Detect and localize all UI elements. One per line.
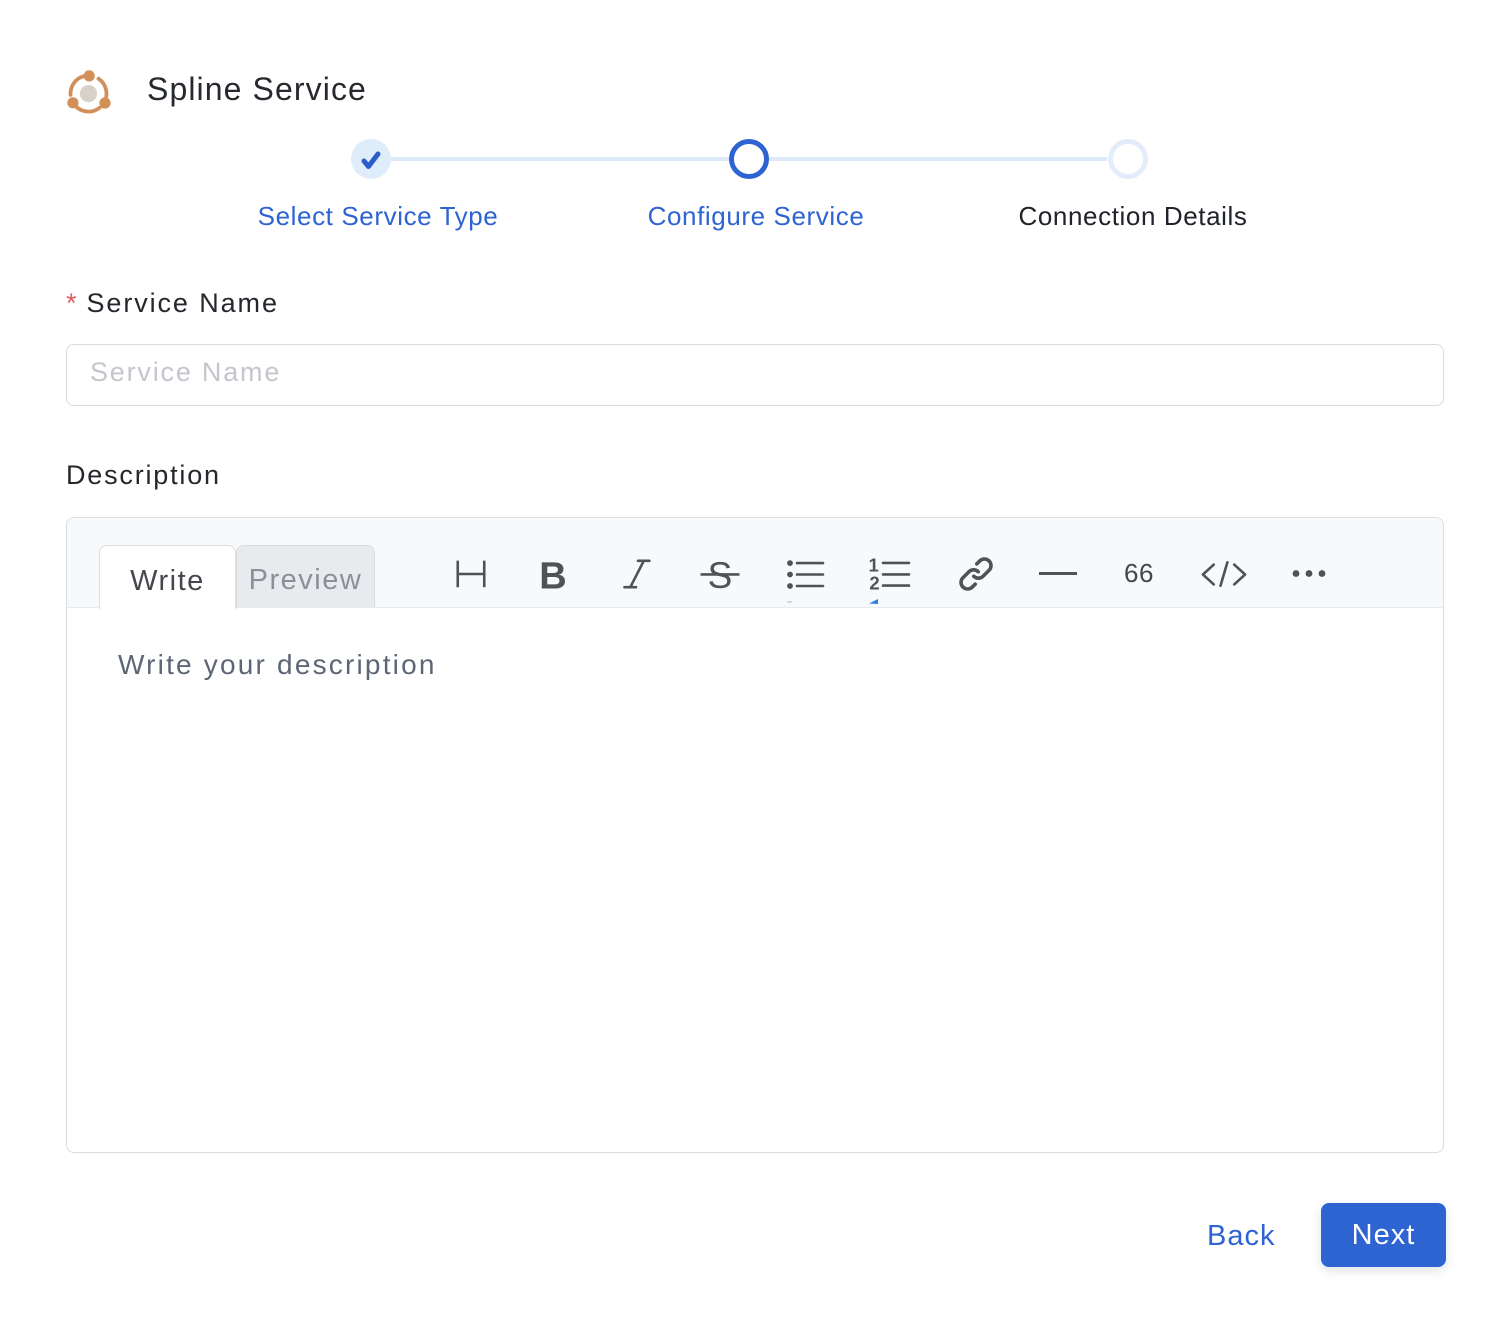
svg-text:66: 66 xyxy=(1124,558,1154,588)
svg-text:2: 2 xyxy=(869,572,879,593)
svg-text:B: B xyxy=(539,556,566,598)
